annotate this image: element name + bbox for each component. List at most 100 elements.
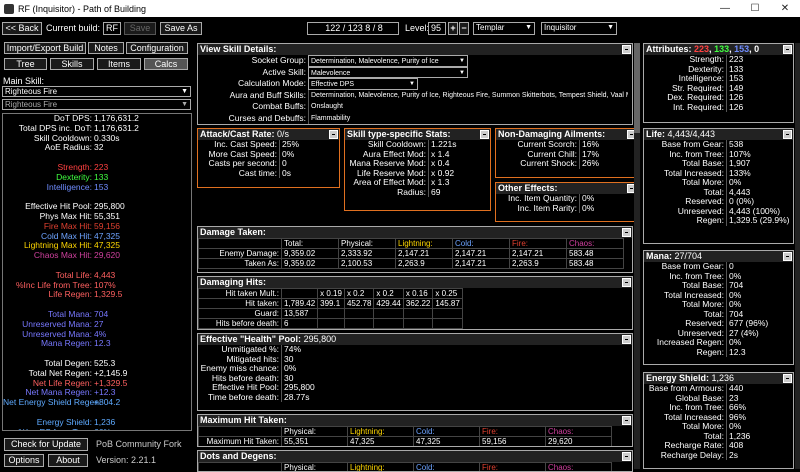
panel-header: Energy Shield: 1,236 <box>644 373 793 384</box>
max-hit-table: Physical:Lightning:Cold:Fire:Chaos:Maxim… <box>198 426 612 447</box>
stat-row: %Inc ES from Tree:66% <box>3 428 191 432</box>
options-button[interactable]: Options <box>4 454 44 467</box>
cell-value <box>433 319 462 329</box>
center-scrollbar[interactable] <box>634 43 640 469</box>
collapse-icon[interactable] <box>622 45 631 54</box>
maximize-icon[interactable]: ☐ <box>740 3 770 14</box>
collapse-icon[interactable] <box>480 130 489 139</box>
chevron-down-icon: ▼ <box>459 68 465 80</box>
table-header-row: Physical:Lightning:Cold:Fire:Chaos: <box>199 427 612 437</box>
stat-value: 1,329.5 <box>94 290 191 300</box>
save-button[interactable]: Save <box>124 22 156 35</box>
scroll-thumb[interactable] <box>634 43 640 133</box>
tab-skills[interactable]: Skills <box>50 58 94 70</box>
cell-value: 6 <box>282 319 318 329</box>
current-build-label: Current build: <box>46 23 100 33</box>
collapse-icon[interactable] <box>622 228 631 237</box>
tab-tree[interactable]: Tree <box>4 58 47 70</box>
kv-row: Int. Required:126 <box>644 103 793 113</box>
collapse-icon[interactable] <box>783 252 792 261</box>
check-update-button[interactable]: Check for Update <box>4 438 88 451</box>
collapse-icon[interactable] <box>622 335 631 344</box>
skill-detail-value[interactable]: Determination, Malevolence, Purity of Ic… <box>308 55 468 67</box>
collapse-icon[interactable] <box>622 416 631 425</box>
cell-value: 399.1 <box>318 299 345 309</box>
cell-value <box>433 309 462 319</box>
skill-detail-value[interactable]: Malevolence▼ <box>308 67 468 79</box>
main-skill-dropdown[interactable]: Righteous Fire▼ <box>2 86 191 97</box>
kv-row: Radius:69 <box>345 188 490 198</box>
collapse-icon[interactable] <box>783 374 792 383</box>
damaging-hits-table: Hit taken Mult.:x 0.19x 0.2x 0.2x 0.16x … <box>198 288 463 329</box>
column-header: Cold: <box>414 427 480 437</box>
table-header-row: Total:Physical:Lightning:Cold:Fire:Chaos… <box>199 239 624 249</box>
column-header: Fire: <box>480 427 546 437</box>
column-header: Chaos: <box>567 239 624 249</box>
row-label: Guard: <box>199 309 282 319</box>
kv-value: 0s <box>279 169 291 179</box>
skill-detail-row: Active Skill:Malevolence▼ <box>198 67 632 79</box>
skill-detail-row: Curses and Debuffs:Flammability <box>198 113 632 125</box>
stat-row: Life Regen:1,329.5 <box>3 290 191 300</box>
kv-row: Regen:12.3 <box>644 348 793 358</box>
column-header: Total: <box>282 239 339 249</box>
collapse-icon[interactable] <box>783 130 792 139</box>
cell-value: 13,587 <box>282 309 318 319</box>
panel-header: Maximum Hit Taken: <box>198 415 632 426</box>
stat-value: 29,620 <box>94 251 191 261</box>
skill-detail-value[interactable]: Effective DPS▼ <box>308 78 418 90</box>
table-row: Enemy Damage:9,359.022,333.922,147.212,1… <box>199 249 624 259</box>
panel-header: Other Effects: <box>496 183 637 194</box>
stat-label: Net Energy Shield Regen: <box>3 398 94 408</box>
tab-items[interactable]: Items <box>97 58 141 70</box>
panel-title: Damaging Hits: <box>200 277 266 287</box>
cell-value <box>318 309 345 319</box>
about-button[interactable]: About <box>48 454 88 467</box>
notes-button[interactable]: Notes <box>88 42 124 54</box>
ascendancy-dropdown[interactable]: Inquisitor▼ <box>541 22 617 35</box>
main-skill-value: Righteous Fire <box>5 87 57 96</box>
main-skill-part-dropdown[interactable]: Righteous Fire▼ <box>2 99 191 110</box>
other-effects-panel: Other Effects: Inc. Item Quantity:0%Inc.… <box>495 182 638 222</box>
kv-value: 126 <box>726 103 743 113</box>
class-dropdown[interactable]: Templar▼ <box>473 22 535 35</box>
row-label: Hit taken: <box>199 299 282 309</box>
column-header: Fire: <box>480 463 546 472</box>
close-icon[interactable]: ✕ <box>770 3 800 14</box>
tab-calcs[interactable]: Calcs <box>144 58 188 70</box>
collapse-icon[interactable] <box>329 130 338 139</box>
import-export-button[interactable]: Import/Export Build <box>4 42 86 54</box>
stat-label: Chaos Max Hit: <box>3 251 94 261</box>
attr-omni: 0 <box>754 44 759 54</box>
right-scrollbar[interactable] <box>795 43 800 469</box>
skill-detail-row: Socket Group:Determination, Malevolence,… <box>198 55 632 67</box>
panel-title: Skill type-specific Stats: <box>347 129 451 139</box>
level-field[interactable]: 95 <box>428 22 446 35</box>
stat-value: 704 <box>94 310 191 320</box>
panel-title: Attack/Cast Rate: <box>200 129 275 139</box>
kv-row: Cast time:0s <box>198 169 339 179</box>
collapse-icon[interactable] <box>622 278 631 287</box>
fork-label: PoB Community Fork <box>96 439 182 449</box>
minimize-icon[interactable]: — <box>710 3 740 14</box>
collapse-icon[interactable] <box>783 45 792 54</box>
view-skill-rows: Socket Group:Determination, Malevolence,… <box>198 55 632 124</box>
collapse-icon[interactable] <box>622 452 631 461</box>
kv-label: Regen: <box>644 216 726 226</box>
level-increase-button[interactable]: + <box>448 22 458 35</box>
column-header: Lightning: <box>348 463 414 472</box>
row-label: Enemy Damage: <box>199 249 282 259</box>
back-button[interactable]: << Back <box>2 22 42 35</box>
other-effects-rows: Inc. Item Quantity:0%Inc. Item Rarity:0% <box>496 194 637 213</box>
window-titlebar: RF (Inquisitor) - Path of Building — ☐ ✕ <box>0 0 800 17</box>
es-value: 1,236 <box>712 373 735 383</box>
level-decrease-button[interactable]: − <box>459 22 469 35</box>
build-name-field[interactable]: RF <box>103 22 121 35</box>
configuration-button[interactable]: Configuration <box>126 42 188 54</box>
row-label: Maximum Hit Taken: <box>199 437 282 447</box>
save-as-button[interactable]: Save As <box>160 22 202 35</box>
panel-header: View Skill Details: <box>198 44 632 55</box>
stat-label: AoE Radius: <box>3 143 94 153</box>
passive-points-display: 122 / 123 8 / 8 <box>307 22 399 35</box>
stat-value: 153 <box>94 183 191 193</box>
